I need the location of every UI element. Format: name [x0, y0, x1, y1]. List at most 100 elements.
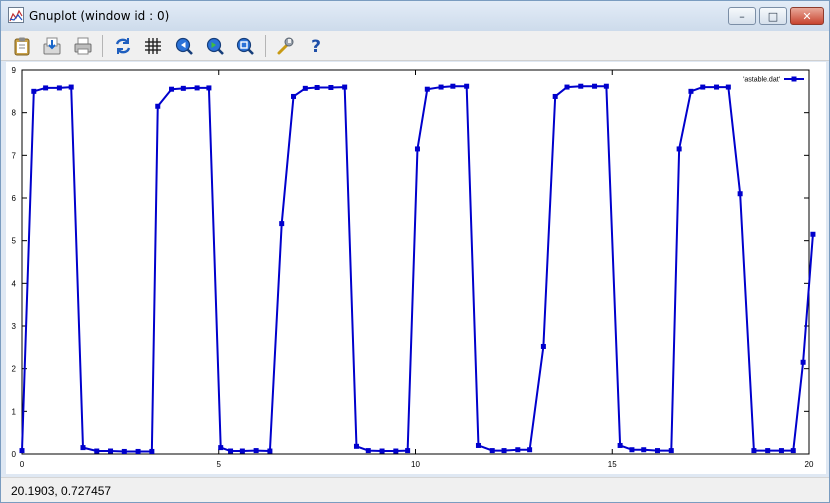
data-point [489, 448, 495, 454]
options-button[interactable] [274, 35, 296, 57]
data-point [253, 448, 259, 454]
x-tick-label: 0 [20, 460, 25, 469]
autoscale-button[interactable] [234, 35, 256, 57]
data-point [737, 191, 743, 197]
close-button[interactable]: ✕ [790, 7, 824, 25]
copy-to-clipboard-button[interactable] [11, 35, 33, 57]
data-point [218, 445, 224, 451]
data-point [80, 445, 86, 451]
data-point [564, 84, 570, 90]
x-tick-label: 10 [411, 460, 420, 469]
y-tick-label: 9 [12, 66, 17, 75]
save-icon [43, 37, 61, 55]
data-point [751, 448, 757, 454]
data-point [424, 86, 430, 92]
chart-canvas: 0 5 10 15 20 0 1 2 3 4 5 6 7 8 9 'astable.dat' [12, 66, 816, 469]
zoom-previous-button[interactable] [173, 35, 195, 57]
data-point [778, 448, 784, 454]
y-tick-label: 5 [12, 237, 17, 246]
data-point [135, 448, 141, 454]
maximize-button[interactable]: □ [759, 7, 787, 25]
data-point [108, 448, 114, 454]
data-point [94, 448, 100, 454]
data-point [19, 448, 25, 454]
grid-icon [145, 38, 161, 54]
data-point [393, 448, 399, 454]
data-point [617, 442, 623, 448]
y-tick-label: 3 [12, 322, 17, 331]
data-point [464, 83, 470, 89]
series-line [21, 85, 814, 453]
help-button[interactable]: ? [305, 35, 327, 57]
data-point [540, 343, 546, 349]
data-point [121, 448, 127, 454]
data-point [365, 448, 371, 454]
data-point [31, 88, 37, 94]
data-point [279, 221, 285, 227]
y-tick-label: 7 [12, 151, 17, 160]
data-point [592, 83, 598, 89]
data-point [206, 85, 212, 91]
replot-button[interactable] [112, 35, 134, 57]
data-point [578, 83, 584, 89]
y-tick-label: 2 [12, 365, 17, 374]
data-point [810, 231, 816, 237]
print-button[interactable] [72, 35, 94, 57]
plot-border [21, 69, 810, 455]
data-point [629, 447, 635, 453]
data-point [414, 146, 420, 152]
data-point [302, 85, 308, 91]
refresh-icon [115, 38, 131, 54]
help-icon: ? [311, 37, 321, 56]
cursor-coordinates: 20.1903, 0.727457 [11, 484, 112, 498]
zoom-forward-icon [206, 37, 224, 55]
plot-area[interactable]: 0 5 10 15 20 0 1 2 3 4 5 6 7 8 9 'astable.dat' [6, 62, 826, 474]
y-tick-label: 1 [12, 407, 17, 416]
data-point [655, 448, 661, 454]
data-point [688, 88, 694, 94]
data-point [725, 84, 731, 90]
data-point [450, 83, 456, 89]
data-point [149, 448, 155, 454]
save-button[interactable] [41, 35, 63, 57]
data-point [342, 84, 348, 90]
data-point [379, 448, 385, 454]
x-tick-label: 20 [805, 460, 814, 469]
title-bar[interactable]: Gnuplot (window id : 0) – □ ✕ [1, 1, 829, 31]
data-point [405, 448, 411, 454]
data-point [603, 83, 609, 89]
status-bar: 20.1903, 0.727457 [1, 477, 829, 502]
svg-text:?: ? [311, 37, 321, 56]
data-point [180, 85, 186, 91]
data-point [68, 84, 74, 90]
zoom-back-icon [175, 37, 193, 55]
data-point [800, 359, 806, 365]
toolbar-separator [265, 35, 266, 57]
data-point [43, 85, 49, 91]
window-title: Gnuplot (window id : 0) [29, 9, 170, 23]
y-tick-label: 8 [12, 109, 17, 118]
data-point [291, 93, 297, 99]
data-point [668, 448, 674, 454]
data-point [501, 448, 507, 454]
x-tick-label: 15 [608, 460, 617, 469]
toolbar-separator [102, 35, 103, 57]
zoom-fit-icon [236, 37, 254, 55]
minimize-button[interactable]: – [728, 7, 756, 25]
data-point [676, 146, 682, 152]
data-point [56, 85, 62, 91]
data-point [438, 84, 444, 90]
data-point [353, 443, 359, 449]
data-point [169, 86, 175, 92]
y-tick-label: 6 [12, 194, 17, 203]
grid-button[interactable] [142, 35, 164, 57]
zoom-next-button[interactable] [204, 35, 226, 57]
data-point [714, 84, 720, 90]
data-point [267, 448, 273, 454]
y-tick-label: 4 [12, 279, 17, 288]
wrench-icon [277, 37, 294, 55]
data-point [475, 442, 481, 448]
data-point [194, 85, 200, 91]
y-tick-label: 0 [12, 450, 17, 459]
data-point [328, 84, 334, 90]
